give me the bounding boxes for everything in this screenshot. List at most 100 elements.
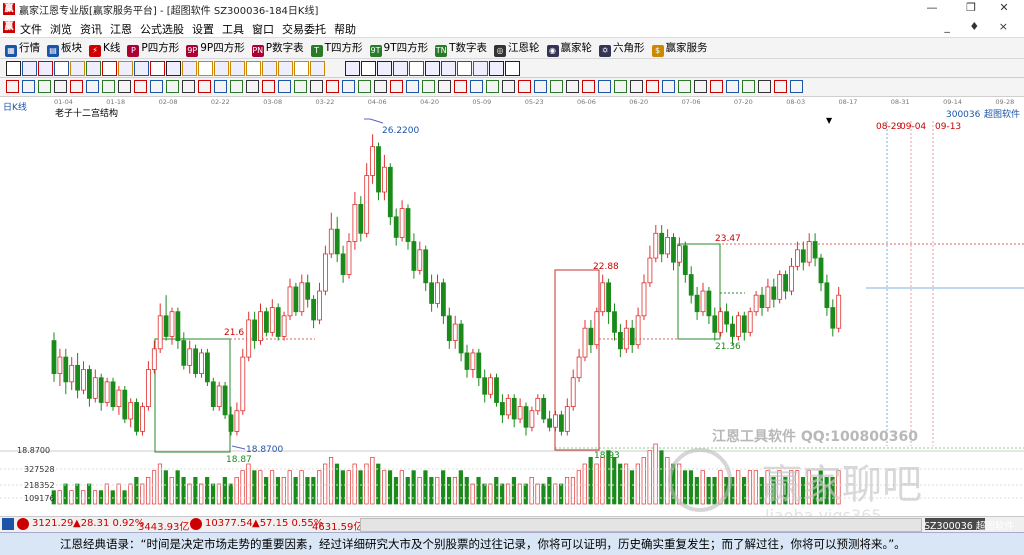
draw-tool-4-icon[interactable]	[70, 61, 85, 76]
draw-tool-11-icon[interactable]	[182, 61, 197, 76]
analysis-tool-13-icon[interactable]	[214, 80, 227, 93]
analysis-tool-12-icon[interactable]	[198, 80, 211, 93]
toolbar-item-7[interactable]: 9T 9T四方形	[368, 38, 431, 58]
analysis-tool-2-icon[interactable]	[38, 80, 51, 93]
analysis-tool-48-icon[interactable]	[774, 80, 787, 93]
draw-tool-26-icon[interactable]	[441, 61, 456, 76]
kline-chart[interactable]: 01-04 01-18 02-08 02-22 03-08 03-22 04-06 04-20…	[0, 96, 1024, 525]
analysis-tool-30-icon[interactable]	[486, 80, 499, 93]
analysis-tool-11-icon[interactable]	[182, 80, 195, 93]
toolbar-item-11[interactable]: ✡ 六角形	[597, 38, 647, 58]
draw-tool-2-icon[interactable]	[38, 61, 53, 76]
analysis-tool-38-icon[interactable]	[614, 80, 627, 93]
analysis-tool-18-icon[interactable]	[294, 80, 307, 93]
kline-chart-area[interactable]: 01-04 01-18 02-08 02-22 03-08 03-22 04-06 04-20…	[0, 96, 1024, 525]
analysis-tool-46-icon[interactable]	[742, 80, 755, 93]
analysis-tool-5-icon[interactable]	[86, 80, 99, 93]
menu-item-7[interactable]: 窗口	[252, 21, 274, 37]
draw-tool-0-icon[interactable]	[6, 61, 21, 76]
analysis-tool-26-icon[interactable]	[422, 80, 435, 93]
analysis-tool-25-icon[interactable]	[406, 80, 419, 93]
menu-item-5[interactable]: 设置	[192, 21, 214, 37]
analysis-tool-36-icon[interactable]	[582, 80, 595, 93]
draw-tool-7-icon[interactable]	[118, 61, 133, 76]
analysis-tool-3-icon[interactable]	[54, 80, 67, 93]
analysis-tool-33-icon[interactable]	[534, 80, 547, 93]
draw-tool-27-icon[interactable]	[457, 61, 472, 76]
draw-tool-16-icon[interactable]	[262, 61, 277, 76]
analysis-tool-19-icon[interactable]	[310, 80, 323, 93]
draw-tool-5-icon[interactable]	[86, 61, 101, 76]
draw-tool-21-icon[interactable]	[361, 61, 376, 76]
draw-tool-22-icon[interactable]	[377, 61, 392, 76]
analysis-tool-39-icon[interactable]	[630, 80, 643, 93]
analysis-tool-14-icon[interactable]	[230, 80, 243, 93]
draw-tool-1-icon[interactable]	[22, 61, 37, 76]
draw-tool-17-icon[interactable]	[278, 61, 293, 76]
draw-tool-12-icon[interactable]	[198, 61, 213, 76]
status-grid-icon[interactable]	[2, 518, 14, 530]
analysis-tool-32-icon[interactable]	[518, 80, 531, 93]
toolbar-item-2[interactable]: ⚡ K线	[87, 38, 122, 58]
menu-item-2[interactable]: 资讯	[80, 21, 102, 37]
analysis-tool-37-icon[interactable]	[598, 80, 611, 93]
analysis-tool-40-icon[interactable]	[646, 80, 659, 93]
close-button[interactable]: ✕	[988, 0, 1020, 16]
toolbar-item-6[interactable]: T T四方形	[309, 38, 365, 58]
analysis-tool-41-icon[interactable]	[662, 80, 675, 93]
analysis-tool-47-icon[interactable]	[758, 80, 771, 93]
analysis-tool-42-icon[interactable]	[678, 80, 691, 93]
horizontal-scrollbar[interactable]	[360, 518, 922, 532]
analysis-tool-23-icon[interactable]	[374, 80, 387, 93]
menu-item-0[interactable]: 文件	[20, 21, 42, 37]
draw-tool-8-icon[interactable]	[134, 61, 149, 76]
menu-item-6[interactable]: 工具	[222, 21, 244, 37]
analysis-tool-29-icon[interactable]	[470, 80, 483, 93]
analysis-tool-45-icon[interactable]	[726, 80, 739, 93]
analysis-tool-9-icon[interactable]	[150, 80, 163, 93]
analysis-tool-6-icon[interactable]	[102, 80, 115, 93]
analysis-tool-21-icon[interactable]	[342, 80, 355, 93]
draw-tool-28-icon[interactable]	[473, 61, 488, 76]
toolbar-item-10[interactable]: ◉ 赢家轮	[545, 38, 595, 58]
analysis-tool-15-icon[interactable]	[246, 80, 259, 93]
menu-item-1[interactable]: 浏览	[50, 21, 72, 37]
draw-tool-15-icon[interactable]	[246, 61, 261, 76]
draw-tool-23-icon[interactable]	[393, 61, 408, 76]
menu-item-8[interactable]: 交易委托	[282, 21, 326, 37]
draw-tool-10-icon[interactable]	[166, 61, 181, 76]
analysis-tool-8-icon[interactable]	[134, 80, 147, 93]
analysis-tool-0-icon[interactable]	[6, 80, 19, 93]
maximize-button[interactable]: ❐	[955, 0, 987, 16]
draw-tool-6-icon[interactable]	[102, 61, 117, 76]
toolbar-item-12[interactable]: $ 赢家服务	[650, 38, 710, 58]
draw-tool-29-icon[interactable]	[489, 61, 504, 76]
analysis-tool-28-icon[interactable]	[454, 80, 467, 93]
draw-tool-14-icon[interactable]	[230, 61, 245, 76]
toolbar-item-1[interactable]: ▤ 板块	[45, 38, 84, 58]
child-window-controls[interactable]: _ ♦ ×	[944, 20, 1016, 33]
draw-tool-19-icon[interactable]	[310, 61, 325, 76]
draw-tool-30-icon[interactable]	[505, 61, 520, 76]
analysis-tool-24-icon[interactable]	[390, 80, 403, 93]
analysis-tool-27-icon[interactable]	[438, 80, 451, 93]
analysis-tool-10-icon[interactable]	[166, 80, 179, 93]
menu-item-4[interactable]: 公式选股	[140, 21, 184, 37]
toolbar-item-9[interactable]: ◎ 江恩轮	[492, 38, 542, 58]
analysis-tool-34-icon[interactable]	[550, 80, 563, 93]
menu-item-3[interactable]: 江恩	[110, 21, 132, 37]
analysis-tool-43-icon[interactable]	[694, 80, 707, 93]
draw-tool-13-icon[interactable]	[214, 61, 229, 76]
toolbar-item-5[interactable]: PN P数字表	[250, 38, 306, 58]
menu-item-9[interactable]: 帮助	[334, 21, 356, 37]
toolbar-item-0[interactable]: ▦ 行情	[3, 38, 42, 58]
analysis-tool-17-icon[interactable]	[278, 80, 291, 93]
draw-tool-24-icon[interactable]	[409, 61, 424, 76]
toolbar-item-3[interactable]: P P四方形	[125, 38, 181, 58]
analysis-tool-4-icon[interactable]	[70, 80, 83, 93]
analysis-tool-35-icon[interactable]	[566, 80, 579, 93]
draw-tool-3-icon[interactable]	[54, 61, 69, 76]
analysis-tool-49-icon[interactable]	[790, 80, 803, 93]
analysis-tool-44-icon[interactable]	[710, 80, 723, 93]
draw-tool-20-icon[interactable]	[345, 61, 360, 76]
